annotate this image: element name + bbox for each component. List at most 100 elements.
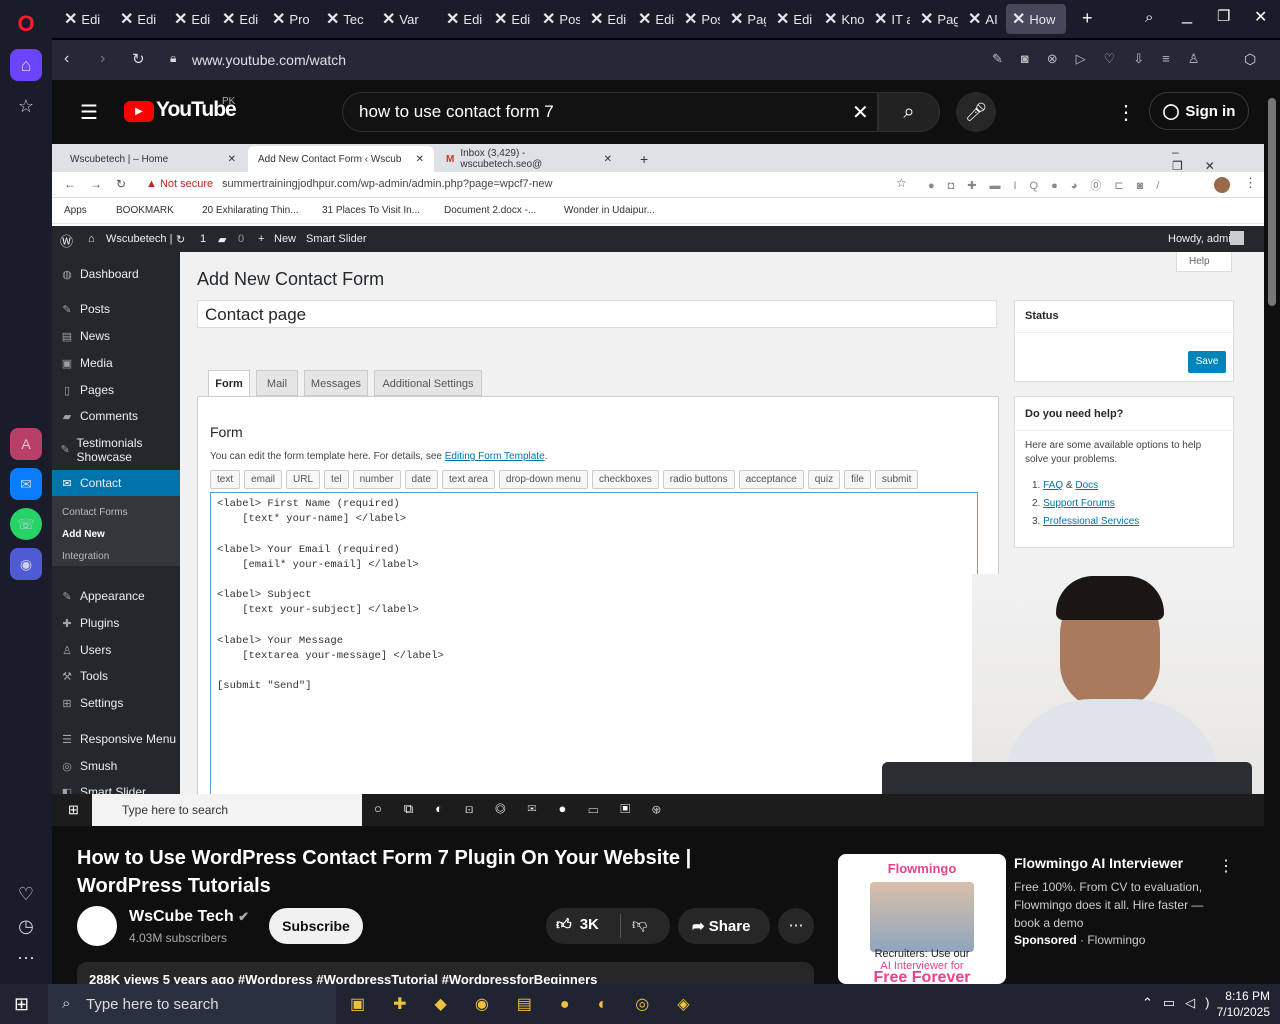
messenger-icon[interactable]: ✉ — [10, 468, 42, 500]
browser-tab[interactable]: ✕ IT a — [868, 4, 910, 34]
youtube-play-icon[interactable]: ▶ — [124, 101, 154, 122]
browser-tab[interactable]: ✕Pag — [724, 4, 766, 34]
ad-text: Free 100%. From CV to evaluation, Flowmi… — [1014, 880, 1204, 930]
url-field[interactable]: www.youtube.com/watch — [192, 52, 346, 68]
opera-logo-icon[interactable]: O — [10, 8, 42, 40]
verified-icon: ✔ — [238, 909, 249, 924]
channel-avatar[interactable] — [77, 906, 117, 946]
recorded-address-bar: ←→↻ ▲ Not secure summertrainingjodhpur.c… — [52, 172, 1264, 198]
voice-search-button[interactable]: 🎤︎ — [956, 92, 996, 132]
browser-tab[interactable]: ✕ Edi — [114, 4, 164, 34]
browser-tab[interactable]: ✕ Edi — [488, 4, 532, 34]
presenter-webcam — [882, 574, 1264, 802]
browser-tab[interactable]: ✕ Pro — [266, 4, 316, 34]
more-actions-button[interactable]: ⋯ — [778, 908, 814, 944]
reload-icon[interactable]: ↻ — [132, 50, 145, 68]
start-icon[interactable]: ⊞ — [14, 994, 29, 1015]
heart-icon[interactable]: ♡ — [10, 878, 42, 910]
windows-taskbar: ⊞ Type here to search ⌕ ▣✚◆◉▤●◐◎◈ ⌃▭◁) 8… — [0, 984, 1280, 1024]
clear-search-icon[interactable]: ✕ — [852, 100, 869, 125]
lock-icon[interactable]: 🔒︎ — [170, 51, 176, 66]
tag-generator-button: number — [352, 470, 401, 489]
ad-title[interactable]: Flowmingo AI Interviewer — [1014, 855, 1183, 871]
browser-tab[interactable]: ✕ Kno — [818, 4, 864, 34]
toolbar-icons[interactable]: ✎◙⊗▷♡⇩≡♙ — [992, 51, 1217, 67]
more-icon[interactable]: ⋯ — [10, 942, 42, 974]
browser-tab[interactable]: ✕ Edi — [440, 4, 484, 34]
recorded-tab: M Inbox (3,429) - wscubetech.seo@ ✕ — [446, 148, 612, 170]
forward-icon[interactable]: › — [100, 50, 105, 68]
tab-label: IT a — [891, 11, 910, 27]
tag-generator-button: text — [210, 470, 241, 489]
system-tray[interactable]: ⌃▭◁) — [1142, 995, 1220, 1011]
tab-favicon-icon: ✕ — [64, 11, 78, 28]
opera-sidebar: O ⌂ ☆ A ✉ ☏ ◉ ♡ ◷ ⋯ — [0, 0, 52, 984]
tab-favicon-icon: ✕ — [1012, 11, 1026, 28]
tag-generator-button: URL — [286, 470, 321, 489]
search-button[interactable]: ⌕ — [878, 92, 940, 132]
aria-icon[interactable]: A — [10, 428, 42, 460]
ad-thumbnail[interactable]: Flowmingo Recruiters: Use our AI Intervie… — [838, 854, 1006, 984]
recorded-menu-icon: ⋮ — [1244, 175, 1257, 190]
star-icon[interactable]: ☆ — [10, 90, 42, 122]
browser-tab[interactable]: ✕ Tec — [320, 4, 372, 34]
taskbar-search[interactable]: Type here to search — [48, 984, 336, 1024]
browser-tab[interactable]: ✕Pag — [914, 4, 958, 34]
sign-in-button[interactable]: ◯ Sign in — [1149, 92, 1249, 130]
history-icon[interactable]: ◷ — [10, 910, 42, 942]
form-template-editor: <label> First Name (required) [text* you… — [210, 492, 978, 802]
recorded-profile-avatar — [1214, 177, 1230, 193]
taskbar-search-icon: ⌕ — [62, 995, 71, 1012]
tab-label: Edi — [655, 11, 674, 27]
search-input[interactable]: how to use contact form 7 — [342, 92, 878, 132]
share-button[interactable]: ➦ Share — [678, 908, 770, 944]
browser-tab[interactable]: ✕ Edi — [58, 4, 110, 34]
whatsapp-icon[interactable]: ☏ — [10, 508, 42, 540]
page-scrollbar[interactable] — [1264, 80, 1280, 984]
like-button[interactable]: 👍︎ 3K — [556, 916, 599, 934]
region-code: PK — [222, 96, 236, 107]
browser-tab[interactable]: ✕ Var — [376, 4, 436, 34]
dislike-button[interactable]: 👎︎ — [632, 916, 647, 934]
browser-tab[interactable]: ✕Pos — [678, 4, 720, 34]
subscribe-button[interactable]: Subscribe — [269, 908, 363, 944]
wp-comments-icon: ▰ — [218, 234, 227, 246]
youtube-header: ☰ ▶ YouTube PK how to use contact form 7… — [52, 80, 1268, 144]
extensions-icon[interactable]: ⬡ — [1244, 51, 1256, 68]
taskbar-pinned-apps[interactable]: ▣✚◆◉▤●◐◎◈ — [350, 994, 718, 1014]
back-icon[interactable]: ‹ — [64, 50, 69, 68]
menu-icon[interactable]: ☰ — [80, 100, 98, 125]
clock[interactable]: 8:16 PM 7/10/2025 — [1210, 988, 1270, 1020]
minimize-icon[interactable]: _ — [1182, 4, 1192, 25]
tab-label: Pos — [701, 11, 720, 27]
browser-tab[interactable]: ✕ Edi — [770, 4, 814, 34]
search-tabs-icon[interactable]: ⌕ — [1145, 9, 1153, 26]
more-options-icon[interactable]: ⋮ — [1116, 100, 1136, 125]
tab-label: AI i — [985, 11, 1002, 27]
recorded-tab-active: Add New Contact Form ‹ Wscub ✕ — [248, 146, 434, 172]
tab-label: Edi — [239, 11, 259, 27]
browser-tab[interactable]: ✕ Edi — [584, 4, 628, 34]
browser-tab[interactable]: ✕Pos — [536, 4, 580, 34]
tag-generator-button: tel — [324, 470, 349, 489]
browser-tab[interactable]: ✕ Edi — [632, 4, 674, 34]
close-window-icon[interactable]: ✕ — [1254, 7, 1267, 27]
tab-favicon-icon: ✕ — [776, 11, 790, 28]
browser-tab[interactable]: ✕ Edi — [216, 4, 262, 34]
new-tab-icon[interactable]: + — [1082, 8, 1093, 29]
video-player[interactable]: Wscubetech | – Home ✕ Add New Contact For… — [52, 144, 1264, 826]
channel-name[interactable]: WsCube Tech ✔ — [129, 908, 249, 926]
search-icon: ⌕ — [903, 100, 915, 123]
video-title: How to Use WordPress Contact Form 7 Plug… — [77, 847, 692, 897]
tag-generator-button: submit — [874, 470, 919, 489]
browser-tab[interactable]: ✕ Edi — [168, 4, 212, 34]
ad-menu-icon[interactable]: ⋮ — [1218, 856, 1234, 876]
browser-tab[interactable]: ✕ How — [1006, 4, 1066, 34]
browser-tab[interactable]: ✕AI i — [962, 4, 1002, 34]
tab-favicon-icon: ✕ — [590, 11, 604, 28]
tab-favicon-icon: ✕ — [494, 11, 508, 28]
subscriber-count: 4.03M subscribers — [129, 931, 228, 945]
discord-icon[interactable]: ◉ — [10, 548, 42, 580]
home-icon[interactable]: ⌂ — [10, 49, 42, 81]
restore-icon[interactable]: ❐ — [1217, 7, 1230, 25]
